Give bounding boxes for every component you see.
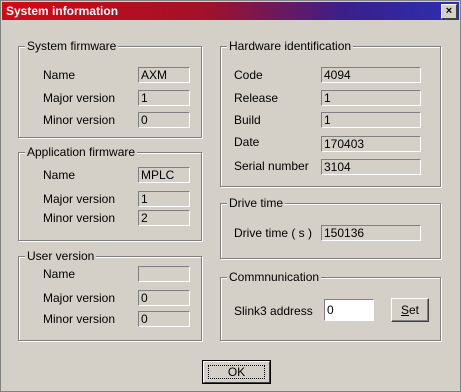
hardware-release-field[interactable]: 1 <box>321 90 421 106</box>
drive-time-title: Drive time <box>227 196 286 210</box>
set-button[interactable]: Set <box>391 298 429 322</box>
user-version-name-field[interactable] <box>138 266 190 282</box>
title-bar: System information × <box>2 2 459 20</box>
ok-button-label: OK <box>227 365 246 379</box>
hardware-build-field[interactable]: 1 <box>321 112 421 128</box>
system-firmware-minor-field[interactable]: 0 <box>138 112 190 128</box>
slink3-address-label: Slink3 address <box>234 304 313 318</box>
hardware-build-label: Build <box>234 113 261 127</box>
drive-time-group: Drive time Drive time ( s ) 150136 <box>220 196 441 259</box>
system-firmware-minor-label: Minor version <box>43 113 116 127</box>
close-icon: × <box>445 5 453 17</box>
communication-group: Commnunication Slink3 address 0 Set <box>220 270 441 341</box>
application-firmware-minor-field[interactable]: 2 <box>138 210 190 226</box>
slink3-address-input[interactable]: 0 <box>324 299 374 321</box>
user-version-major-field[interactable]: 0 <box>138 290 190 306</box>
system-firmware-title: System firmware <box>25 39 119 53</box>
close-button[interactable]: × <box>441 4 457 19</box>
system-firmware-major-field[interactable]: 1 <box>138 90 190 106</box>
ok-button-face: OK <box>203 361 270 383</box>
hardware-release-label: Release <box>234 91 279 105</box>
hardware-identification-title: Hardware identification <box>227 39 354 53</box>
user-version-title: User version <box>25 249 97 263</box>
communication-title: Commnunication <box>227 270 322 284</box>
application-firmware-group: Application firmware Name MPLC Major ver… <box>18 145 202 241</box>
system-information-dialog: System information × System firmware Nam… <box>0 0 461 392</box>
set-button-accelerator: S <box>400 303 409 317</box>
system-firmware-name-label: Name <box>43 68 76 82</box>
application-firmware-major-field[interactable]: 1 <box>138 191 190 207</box>
hardware-serial-number-field[interactable]: 3104 <box>321 159 421 175</box>
hardware-code-label: Code <box>234 68 263 82</box>
user-version-minor-label: Minor version <box>43 312 116 326</box>
application-firmware-major-label: Major version <box>43 192 116 206</box>
set-button-label: et <box>409 303 420 317</box>
user-version-name-label: Name <box>43 267 76 281</box>
system-firmware-name-field[interactable]: AXM <box>138 67 190 83</box>
drive-time-label: Drive time ( s ) <box>234 226 312 240</box>
drive-time-field[interactable]: 150136 <box>321 225 421 241</box>
ok-button[interactable]: OK <box>202 360 271 384</box>
system-firmware-group: System firmware Name AXM Major version 1… <box>18 39 202 138</box>
user-version-group: User version Name Major version 0 Minor … <box>18 249 202 341</box>
user-version-major-label: Major version <box>43 291 116 305</box>
hardware-date-label: Date <box>234 135 260 149</box>
hardware-date-field[interactable]: 170403 <box>321 136 421 152</box>
window-title: System information <box>6 4 119 18</box>
user-version-minor-field[interactable]: 0 <box>138 311 190 327</box>
hardware-identification-group: Hardware identification Code 4094 Releas… <box>220 39 441 187</box>
hardware-code-field[interactable]: 4094 <box>321 67 421 83</box>
system-firmware-major-label: Major version <box>43 91 116 105</box>
application-firmware-name-label: Name <box>43 168 76 182</box>
ok-focus-rect: OK <box>208 365 265 379</box>
application-firmware-title: Application firmware <box>25 145 138 159</box>
application-firmware-minor-label: Minor version <box>43 211 116 225</box>
application-firmware-name-field[interactable]: MPLC <box>138 167 190 183</box>
hardware-serial-number-label: Serial number <box>234 159 309 173</box>
